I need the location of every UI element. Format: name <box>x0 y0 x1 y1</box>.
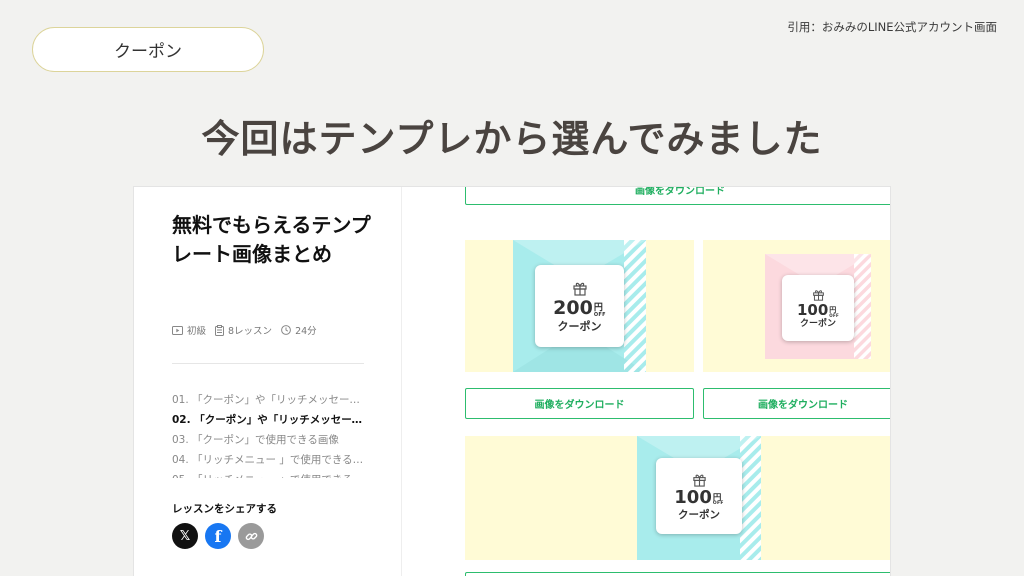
gift-icon <box>692 474 706 487</box>
clipboard-icon <box>215 324 225 336</box>
facebook-share-button[interactable]: f <box>205 523 231 549</box>
download-label: 画像をダウンロード <box>534 400 625 411</box>
download-label: 画像をダウンロード <box>635 187 725 197</box>
coupon-card: 100 円 OFF クーポン <box>656 458 742 534</box>
lesson-list: 01. 「クーポン」や「リッチメッセージ」で使用できる画像 02. 「クーポン」… <box>172 390 364 478</box>
coupon-label: クーポン <box>678 508 720 521</box>
share-label: レッスンをシェアする <box>172 503 277 515</box>
lesson-item[interactable]: 05. 「リッチメニュー 」で使用できる画像 <box>172 470 364 478</box>
coupon-template-100-wide[interactable]: 100 円 OFF クーポン <box>465 436 890 560</box>
coupon-off: OFF <box>712 501 724 507</box>
gift-icon <box>812 289 824 301</box>
coupon-card: 200 円 OFF クーポン <box>535 265 624 347</box>
lesson-item-active[interactable]: 02. 「クーポン」や「リッチメッセージ」で使用できる画像 <box>172 410 364 430</box>
lesson-screenshot: 無料でもらえるテンプレート画像まとめ 初級 8レッスン 24分 01. 「クーポ… <box>134 187 890 576</box>
lessons-count-meta: 8レッスン <box>215 323 272 337</box>
coupon-off: OFF <box>593 312 606 318</box>
course-meta: 初級 8レッスン 24分 <box>172 323 326 337</box>
coupon-amount: 200 <box>553 297 593 319</box>
coupon-tile: 100 円 OFF クーポン <box>765 254 871 359</box>
download-button[interactable]: 画像をダウンロード <box>465 388 694 419</box>
lessons-count-text: 8レッスン <box>228 326 273 337</box>
stripe-decoration <box>854 254 871 359</box>
coupon-off: OFF <box>829 312 840 318</box>
coupon-template-200[interactable]: 200 円 OFF クーポン <box>465 240 694 372</box>
coupon-label: クーポン <box>557 320 602 333</box>
facebook-icon: f <box>214 526 222 546</box>
level-text: 初級 <box>187 326 207 337</box>
template-gallery: 画像をダウンロード 200 円 OFF クーポン 100 円 OFF クーポン … <box>402 187 890 576</box>
download-button[interactable]: 画像をダウンロード <box>703 388 890 419</box>
stripe-decoration <box>740 436 761 560</box>
link-icon <box>245 532 257 540</box>
duration-meta: 24分 <box>281 323 317 337</box>
level-meta: 初級 <box>172 323 206 337</box>
coupon-label: クーポン <box>799 318 836 329</box>
coupon-card: 100 円 OFF クーポン <box>782 275 854 341</box>
gift-icon <box>572 282 587 296</box>
duration-text: 24分 <box>295 326 317 337</box>
x-share-button[interactable]: 𝕏 <box>172 523 198 549</box>
slide-headline: 今回はテンプレから選んでみました <box>201 117 823 161</box>
stripe-decoration <box>624 240 646 372</box>
download-button[interactable]: 画像をダウンロード <box>465 572 890 576</box>
lesson-sidebar: 無料でもらえるテンプレート画像まとめ 初級 8レッスン 24分 01. 「クーポ… <box>134 187 402 576</box>
coupon-pill-label: クーポン <box>32 27 264 72</box>
citation-text: 引用：おみみのLINE公式アカウント画面 <box>787 20 997 34</box>
coupon-amount: 100 <box>674 486 712 508</box>
copy-link-button[interactable] <box>238 523 264 549</box>
pill-text: クーポン <box>114 42 182 62</box>
lesson-item[interactable]: 01. 「クーポン」や「リッチメッセージ」で使用できる画像 <box>172 390 364 410</box>
play-icon <box>172 325 183 335</box>
sidebar-divider <box>172 363 364 364</box>
course-title: 無料でもらえるテンプレート画像まとめ <box>172 213 371 266</box>
download-button[interactable]: 画像をダウンロード <box>465 187 890 205</box>
coupon-tile: 200 円 OFF クーポン <box>513 240 646 372</box>
share-buttons: 𝕏 f <box>172 523 271 549</box>
coupon-tile: 100 円 OFF クーポン <box>637 436 761 560</box>
clock-icon <box>281 325 291 335</box>
lesson-item[interactable]: 03. 「クーポン」で使用できる画像 <box>172 430 364 450</box>
download-label: 画像をダウンロード <box>758 400 848 411</box>
lesson-item[interactable]: 04. 「リッチメニュー 」で使用できる画像 <box>172 450 364 470</box>
coupon-template-100-pink[interactable]: 100 円 OFF クーポン <box>703 240 890 372</box>
coupon-amount: 100 <box>796 300 829 319</box>
x-icon: 𝕏 <box>179 528 191 544</box>
